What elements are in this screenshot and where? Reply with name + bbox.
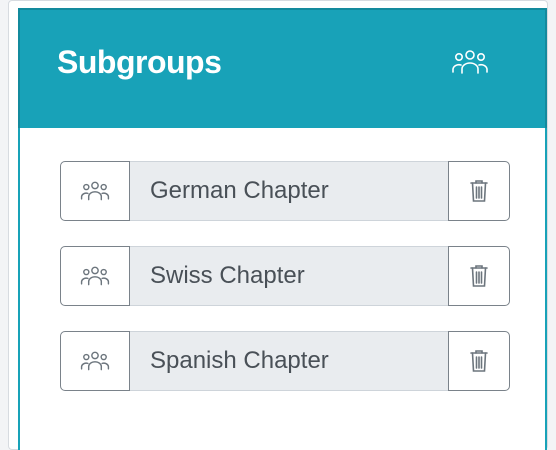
card-header: Subgroups [18,8,547,128]
delete-button[interactable] [448,331,510,391]
subgroup-name: Spanish Chapter [130,331,448,391]
subgroup-icon-button[interactable] [60,246,130,306]
users-icon [452,50,488,74]
subgroup-icon-button[interactable] [60,331,130,391]
trash-icon [470,265,488,287]
subgroup-row: German Chapter [60,161,510,221]
trash-icon [470,180,488,202]
users-icon [80,181,110,201]
subgroup-row: Swiss Chapter [60,246,510,306]
delete-button[interactable] [448,161,510,221]
subgroup-row: Spanish Chapter [60,331,510,391]
users-icon [80,351,110,371]
users-icon [80,266,110,286]
trash-icon [470,350,488,372]
subgroup-name: German Chapter [130,161,448,221]
card-title: Subgroups [57,44,222,80]
delete-button[interactable] [448,246,510,306]
card-body: German Chapter Swiss Chapter Spanish Cha… [18,128,547,450]
subgroup-name: Swiss Chapter [130,246,448,306]
subgroup-icon-button[interactable] [60,161,130,221]
